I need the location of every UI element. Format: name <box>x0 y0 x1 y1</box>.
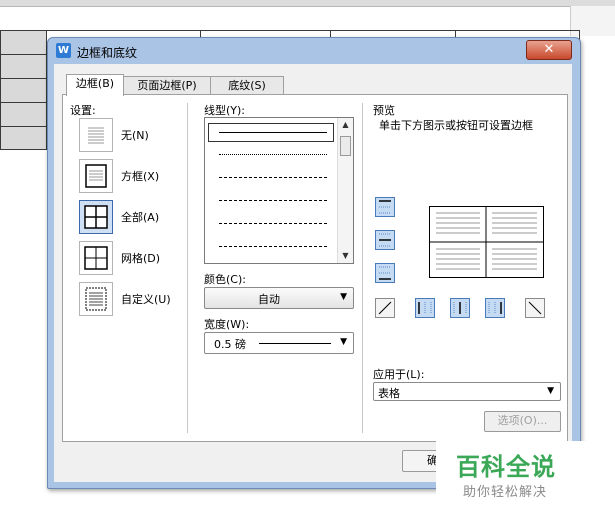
diagonal-up-icon <box>378 301 392 315</box>
diagonal-down-icon <box>528 301 542 315</box>
scroll-up-icon[interactable]: ▲ <box>338 118 353 132</box>
settings-label: 设置: <box>70 104 96 117</box>
preview-label: 预览 <box>373 104 395 117</box>
border-inside-vertical-icon <box>453 302 467 314</box>
watermark: 百科全说 助你轻松解决 <box>436 441 586 503</box>
line-style-scrollbar[interactable]: ▲ ▼ <box>337 118 353 263</box>
color-label: 颜色(C): <box>204 273 246 286</box>
options-button[interactable]: 选项(O)... <box>484 411 561 432</box>
width-line-sample <box>259 343 331 344</box>
close-icon: ✕ <box>543 42 555 57</box>
document-toolbar-strip <box>0 0 615 7</box>
apply-to-select[interactable]: 表格 ▼ <box>373 382 561 401</box>
line-style-dash-dot[interactable] <box>209 215 333 232</box>
width-label: 宽度(W): <box>204 318 250 331</box>
border-all-icon[interactable] <box>79 200 113 234</box>
border-inside-horizontal-button[interactable] <box>375 230 395 250</box>
border-inside-vertical-button[interactable] <box>450 298 470 318</box>
width-value: 0.5 磅 <box>214 338 246 351</box>
border-right-button[interactable] <box>485 298 505 318</box>
line-style-dotted[interactable] <box>209 146 333 163</box>
apply-to-label: 应用于(L): <box>373 368 425 381</box>
chevron-down-icon: ▼ <box>340 292 347 302</box>
dialog-title: 边框和底纹 <box>77 46 138 60</box>
scroll-thumb[interactable] <box>340 136 351 156</box>
preview-divider <box>362 103 363 433</box>
chevron-down-icon: ▼ <box>340 337 347 347</box>
tab-shading[interactable]: 底纹(S) <box>210 76 284 95</box>
dialog-client-area: 边框(B) 页面边框(P) 底纹(S) 设置: 无(N) 方框(X) 全部(A)… <box>54 64 572 482</box>
borders-tab-panel: 设置: 无(N) 方框(X) 全部(A) 网格(D) 自定义(U) 线型(Y):… <box>62 94 568 442</box>
wps-app-icon: W <box>56 43 71 58</box>
preview-hint: 单击下方图示或按钮可设置边框 <box>379 119 533 132</box>
border-inside-horizontal-icon <box>379 233 391 247</box>
border-grid-icon[interactable] <box>79 241 113 275</box>
document-table-shaded-column <box>0 30 46 150</box>
border-preview-area[interactable] <box>429 206 544 278</box>
line-style-dashed-small[interactable] <box>209 169 333 186</box>
border-top-button[interactable] <box>375 197 395 217</box>
tab-page-borders[interactable]: 页面边框(P) <box>123 76 211 95</box>
watermark-subtitle: 助你轻松解决 <box>463 485 548 500</box>
setting-grid-label[interactable]: 网格(D) <box>121 250 160 266</box>
border-none-icon[interactable] <box>79 118 113 152</box>
border-custom-icon[interactable] <box>79 282 113 316</box>
chevron-down-icon: ▼ <box>547 386 554 396</box>
line-style-dashed[interactable] <box>209 192 333 209</box>
width-select[interactable]: 0.5 磅 ▼ <box>204 332 354 354</box>
line-style-dash-dot-dot[interactable] <box>209 238 333 255</box>
settings-divider <box>187 103 188 433</box>
setting-box-label[interactable]: 方框(X) <box>121 168 159 184</box>
line-style-label: 线型(Y): <box>204 104 246 117</box>
color-select[interactable]: 自动 ▼ <box>204 287 354 309</box>
color-value: 自动 <box>258 293 280 306</box>
dialog-titlebar[interactable]: W 边框和底纹 ✕ <box>48 38 580 64</box>
border-right-icon <box>488 302 502 314</box>
border-left-icon <box>418 302 432 314</box>
border-left-button[interactable] <box>415 298 435 318</box>
apply-to-value: 表格 <box>378 387 400 400</box>
setting-all-label[interactable]: 全部(A) <box>121 209 159 225</box>
line-style-list[interactable]: ▲ ▼ <box>204 117 354 264</box>
borders-and-shading-dialog: W 边框和底纹 ✕ 边框(B) 页面边框(P) 底纹(S) 设置: 无(N) 方… <box>47 37 581 489</box>
tab-borders[interactable]: 边框(B) <box>66 74 124 96</box>
scroll-down-icon[interactable]: ▼ <box>338 249 353 263</box>
setting-custom-label[interactable]: 自定义(U) <box>121 291 171 307</box>
border-bottom-icon <box>379 266 391 280</box>
line-style-solid[interactable] <box>208 123 334 142</box>
close-button[interactable]: ✕ <box>526 40 572 60</box>
border-diagonal-down-button[interactable] <box>525 298 545 318</box>
setting-none-label[interactable]: 无(N) <box>121 127 149 143</box>
watermark-title: 百科全说 <box>456 453 556 481</box>
border-diagonal-up-button[interactable] <box>375 298 395 318</box>
border-top-icon <box>379 200 391 214</box>
border-bottom-button[interactable] <box>375 263 395 283</box>
border-box-icon[interactable] <box>79 159 113 193</box>
